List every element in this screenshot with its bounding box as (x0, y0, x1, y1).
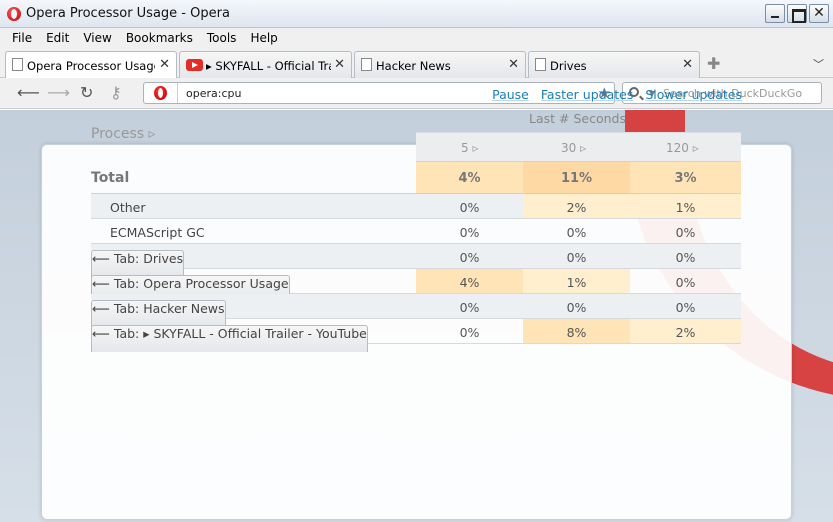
cell-30s: 0% (566, 225, 587, 240)
menu-bookmarks[interactable]: Bookmarks (119, 28, 200, 48)
title-bar: Opera Processor Usage - Opera ✕ (0, 0, 833, 28)
page-icon (12, 58, 23, 71)
maximize-button[interactable] (787, 4, 807, 23)
process-name: ⟵ Tab: ▸ SKYFALL - Official Trailer - Yo… (91, 325, 368, 352)
table-row: ⟵ Tab: Opera Processor Usage 4% 1% 0% (91, 269, 741, 302)
back-icon[interactable]: ⟵ (17, 83, 40, 102)
tab-label: Hacker News (376, 59, 451, 73)
close-window-button[interactable]: ✕ (809, 4, 829, 23)
minimize-button[interactable] (765, 4, 785, 23)
cell-30s: 0% (566, 250, 587, 265)
tab-close-icon[interactable]: ✕ (682, 57, 693, 72)
tab-close-icon[interactable]: ✕ (334, 57, 345, 72)
tab-close-icon[interactable]: ✕ (159, 57, 170, 72)
window-controls: ✕ (765, 4, 829, 23)
last-seconds-label: Last # Seconds (529, 111, 626, 126)
cell-120s: 2% (630, 319, 741, 343)
tab-hacker-news[interactable]: Hacker News ✕ (354, 51, 526, 78)
tab-menu-chevron-icon[interactable]: ﹀ (813, 56, 824, 72)
tab-label: Drives (550, 59, 587, 73)
menu-edit[interactable]: Edit (39, 28, 76, 48)
total-row: Total 4% 11% 3% (91, 162, 741, 194)
tab-label: ▸ SKYFALL - Official Trail... (206, 59, 331, 73)
menu-bar: File Edit View Bookmarks Tools Help (0, 28, 833, 48)
new-tab-icon[interactable]: ✚ (707, 54, 720, 73)
cell-120s: 1% (630, 194, 741, 218)
window-title: Opera Processor Usage - Opera (26, 6, 230, 21)
seconds-header-row: 5 ▹ 30 ▹ 120 ▹ (416, 132, 741, 162)
cell-30s: 1% (523, 269, 630, 293)
tab-drives[interactable]: Drives ✕ (528, 51, 700, 78)
cell-5s: 0% (459, 200, 480, 215)
cell-5s: 0% (459, 300, 480, 315)
cell-120s: 0% (675, 225, 696, 240)
menu-view[interactable]: View (76, 28, 118, 48)
table-row: ⟵ Tab: Drives 0% 0% 0% (91, 244, 741, 277)
pause-link[interactable]: Pause (492, 87, 529, 102)
opera-badge-icon[interactable] (144, 83, 178, 103)
cell-120s: 3% (630, 162, 741, 193)
process-name: Total (91, 170, 130, 186)
cell-30s: 8% (523, 319, 630, 343)
key-icon[interactable]: ⚷ (110, 83, 122, 102)
cell-5s: 0% (459, 325, 480, 340)
menu-tools[interactable]: Tools (200, 28, 244, 48)
opera-logo-icon (7, 7, 21, 21)
cell-120s: 0% (675, 300, 696, 315)
cell-30s: 0% (566, 300, 587, 315)
tab-skyfall[interactable]: ▸ SKYFALL - Official Trail... ✕ (179, 51, 352, 78)
col-5-header[interactable]: 5 ▹ (461, 141, 478, 155)
menu-file[interactable]: File (5, 28, 39, 48)
reload-icon[interactable]: ↻ (80, 83, 93, 102)
cell-30s: 11% (523, 162, 630, 193)
cell-5s: 0% (459, 225, 480, 240)
page-icon (361, 58, 372, 71)
table-row: Other 0% 2% 1% (91, 194, 741, 219)
tab-close-icon[interactable]: ✕ (508, 57, 519, 72)
tab-label: Opera Processor Usage (27, 59, 155, 73)
page-icon (535, 58, 546, 71)
col-120-header[interactable]: 120 ▹ (666, 141, 699, 155)
process-name: ECMAScript GC (110, 225, 205, 240)
faster-updates-link[interactable]: Faster updates (541, 87, 633, 102)
update-actions: Pause Faster updates Slower updates (492, 87, 742, 102)
cell-5s: 4% (416, 162, 523, 193)
menu-help[interactable]: Help (243, 28, 284, 48)
table-row: ⟵ Tab: ▸ SKYFALL - Official Trailer - Yo… (91, 319, 741, 352)
cell-5s: 0% (459, 250, 480, 265)
cell-30s: 2% (523, 194, 630, 218)
youtube-icon (186, 59, 203, 71)
cell-120s: 0% (675, 250, 696, 265)
address-text[interactable]: opera:cpu (186, 87, 241, 100)
table-row: ECMAScript GC 0% 0% 0% (91, 219, 741, 244)
cell-5s: 4% (416, 269, 523, 293)
slower-updates-link[interactable]: Slower updates (645, 87, 742, 102)
tab-opera-processor-usage[interactable]: Opera Processor Usage ✕ (5, 51, 177, 79)
process-name: Other (110, 200, 146, 215)
process-column-header[interactable]: Process ▹ (91, 126, 156, 142)
forward-icon[interactable]: ⟶ (47, 83, 70, 102)
cell-120s: 0% (675, 275, 696, 290)
col-30-header[interactable]: 30 ▹ (561, 141, 586, 155)
table-row: ⟵ Tab: Hacker News 0% 0% 0% (91, 294, 741, 327)
